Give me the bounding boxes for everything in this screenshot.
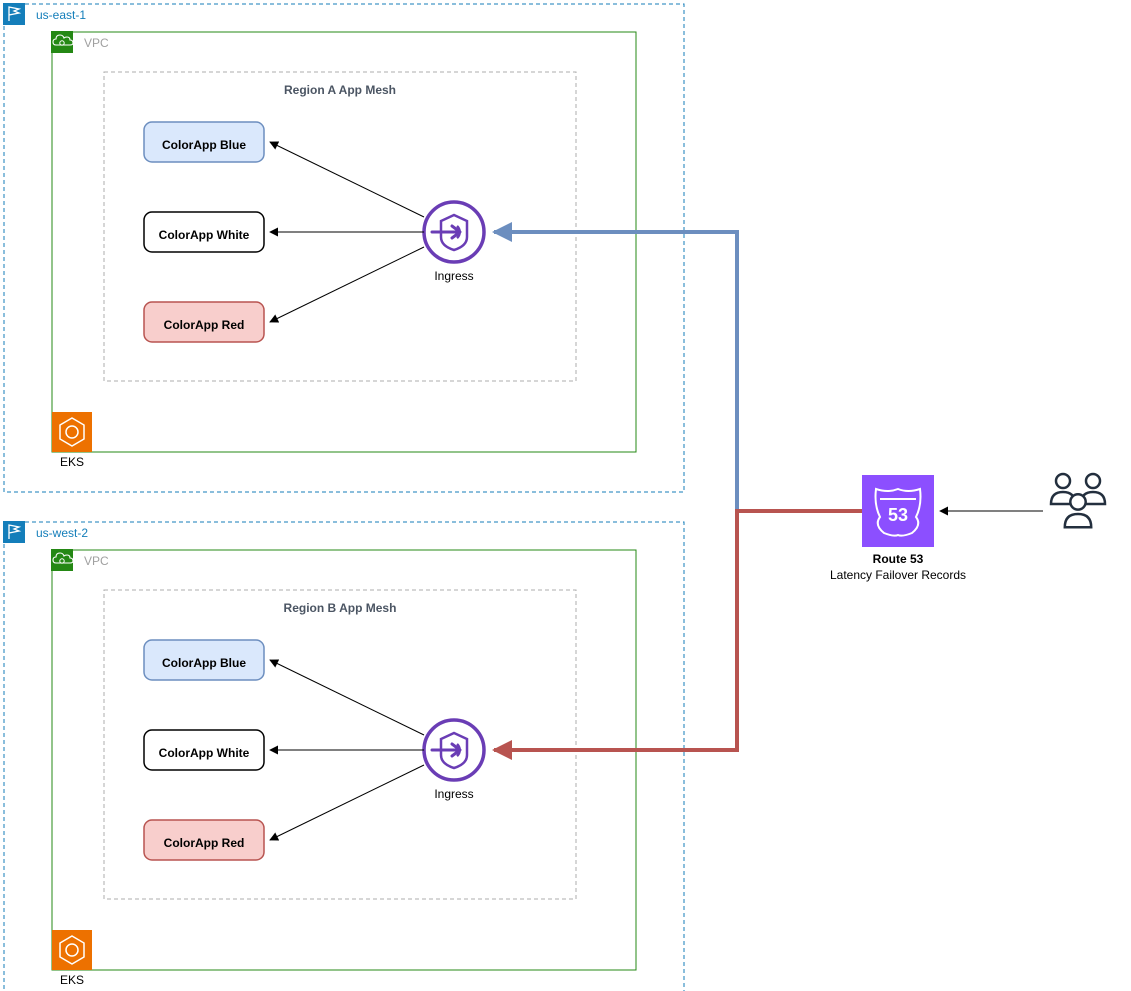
ingress-label: Ingress — [434, 787, 473, 801]
route53-title: Route 53 — [873, 552, 924, 566]
app-label: ColorApp Red — [164, 318, 245, 332]
route53-subtitle: Latency Failover Records — [830, 568, 966, 582]
vpc-label: VPC — [84, 554, 109, 568]
app-label: ColorApp Blue — [162, 656, 246, 670]
users-icon — [1051, 474, 1105, 527]
app-label: ColorApp White — [159, 746, 250, 760]
region-label: us-east-1 — [36, 8, 86, 22]
svg-text:53: 53 — [888, 505, 908, 525]
app-label: ColorApp White — [159, 228, 250, 242]
ingress-label: Ingress — [434, 269, 473, 283]
eks-label: EKS — [60, 455, 84, 469]
architecture-diagram: us-east-1 VPC Region A App Mesh ColorApp Bl… — [0, 0, 1131, 991]
vpc-icon — [51, 31, 73, 53]
vpc-label: VPC — [84, 36, 109, 50]
app-label: ColorApp Blue — [162, 138, 246, 152]
route-blue — [494, 232, 737, 511]
eks-label: EKS — [60, 973, 84, 987]
app-label: ColorApp Red — [164, 836, 245, 850]
mesh-title: Region B App Mesh — [284, 601, 397, 615]
mesh-title: Region A App Mesh — [284, 83, 396, 97]
vpc-icon — [51, 549, 73, 571]
region-us-east-1 — [4, 4, 684, 492]
region-us-west-2 — [4, 522, 684, 991]
region-label: us-west-2 — [36, 526, 88, 540]
route-red — [494, 511, 862, 750]
